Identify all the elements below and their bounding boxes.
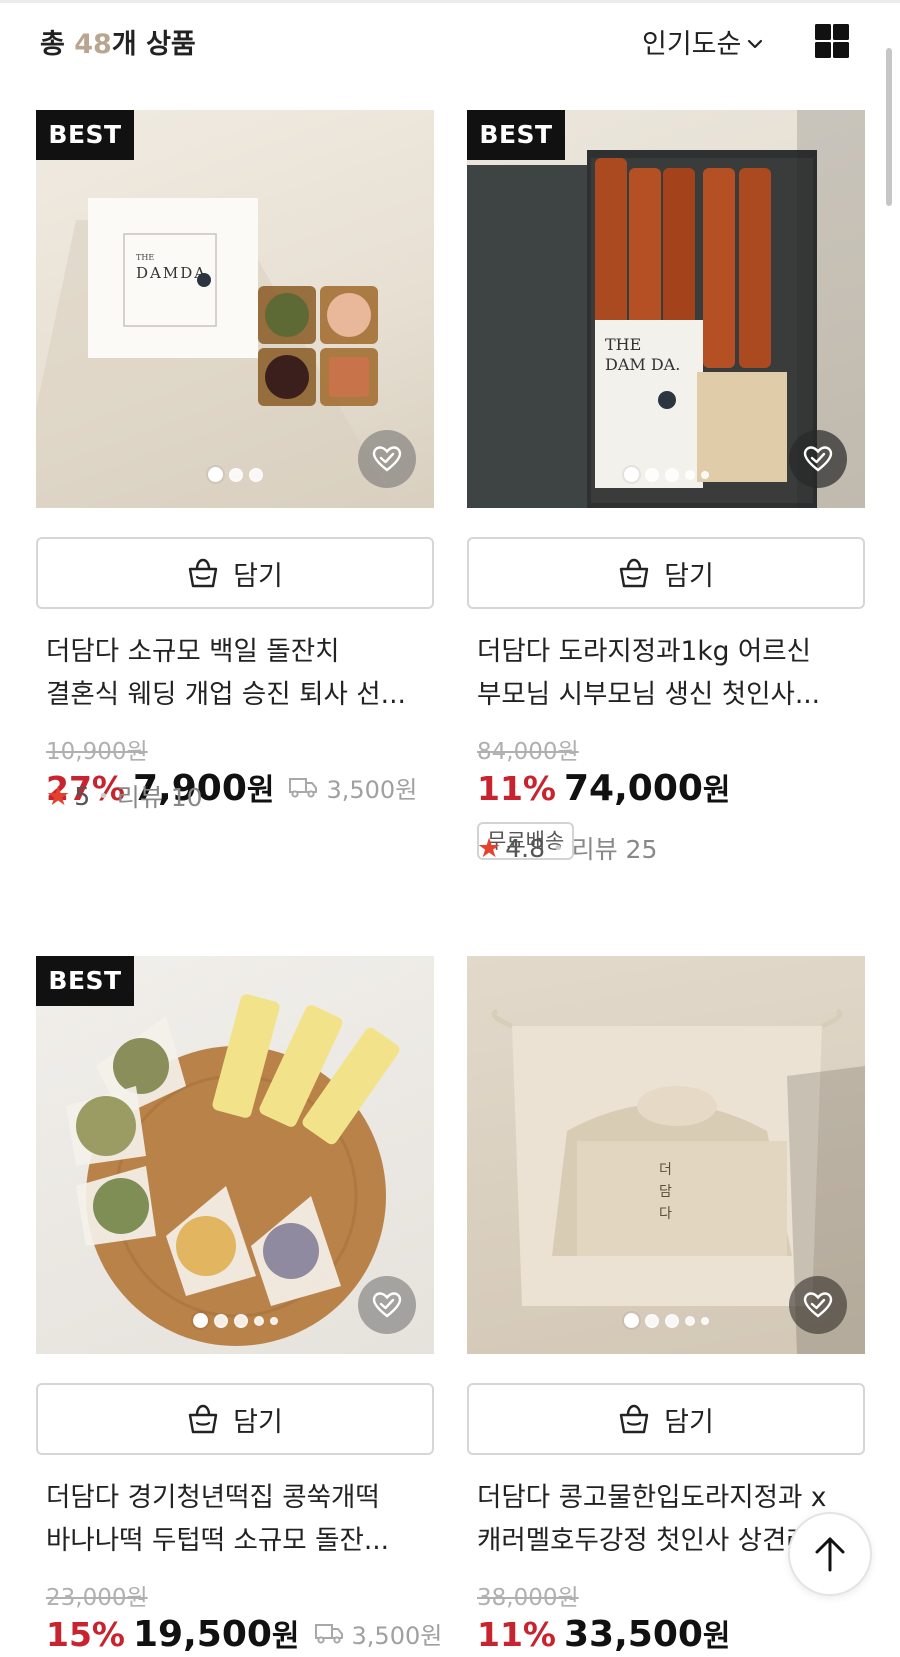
rating-row: ★ 4.8 • 리뷰 25 xyxy=(477,830,657,866)
best-badge: BEST xyxy=(467,110,565,160)
carousel-dot[interactable] xyxy=(207,467,223,482)
svg-text:DAMDA: DAMDA xyxy=(136,264,207,282)
price-row: 15% 19,500원 3,500원 xyxy=(46,1611,442,1655)
discount-rate: 11% xyxy=(477,769,556,808)
review-count[interactable]: 리뷰 10 xyxy=(117,778,203,814)
carousel-dot[interactable] xyxy=(644,1313,659,1328)
discount-rate: 11% xyxy=(477,1615,556,1654)
carousel-dot[interactable] xyxy=(269,1316,278,1325)
heart-check-icon xyxy=(372,1292,402,1318)
star-icon: ★ xyxy=(46,780,71,812)
cart-label: 담기 xyxy=(233,1406,283,1438)
svg-text:담: 담 xyxy=(659,1184,672,1200)
product-image[interactable]: BEST xyxy=(36,956,434,1354)
shopping-bag-icon xyxy=(619,1404,649,1434)
carousel-dot[interactable] xyxy=(700,470,709,479)
chevron-down-icon xyxy=(748,39,763,48)
sale-price: 33,500원 xyxy=(564,1614,731,1655)
price-row: 11% 74,000원 xyxy=(477,765,731,809)
svg-text:더: 더 xyxy=(659,1162,672,1178)
add-to-cart-button[interactable]: 담기 xyxy=(36,1383,434,1455)
wishlist-button[interactable] xyxy=(789,430,847,488)
sort-dropdown[interactable]: 인기도순 xyxy=(642,22,763,61)
star-icon: ★ xyxy=(477,832,502,864)
sort-label: 인기도순 xyxy=(642,29,742,60)
shopping-bag-icon xyxy=(188,558,218,588)
shipping-fee: 3,500원 xyxy=(314,1616,442,1651)
svg-text:DAM DA.: DAM DA. xyxy=(605,355,680,374)
arrow-up-icon xyxy=(815,1537,845,1572)
add-to-cart-button[interactable]: 담기 xyxy=(467,1383,865,1455)
review-count[interactable]: 리뷰 25 xyxy=(572,830,658,866)
wishlist-button[interactable] xyxy=(358,430,416,488)
shopping-bag-icon xyxy=(188,1404,218,1434)
svg-text:다: 다 xyxy=(659,1206,672,1222)
carousel-dot[interactable] xyxy=(248,467,263,482)
wishlist-button[interactable] xyxy=(358,1276,416,1334)
rating-value: 5 xyxy=(74,781,91,811)
carousel-dot[interactable] xyxy=(644,467,659,482)
carousel-dot[interactable] xyxy=(192,1313,208,1328)
product-title[interactable]: 더담다 소규모 백일 돌잔치 결혼식 웨딩 개업 승진 퇴사 선... xyxy=(46,630,426,716)
best-badge: BEST xyxy=(36,956,134,1006)
svg-text:THE: THE xyxy=(136,253,154,262)
cart-label: 담기 xyxy=(664,1406,714,1438)
best-badge: BEST xyxy=(36,110,134,160)
carousel-dot[interactable] xyxy=(664,467,679,482)
carousel-dot[interactable] xyxy=(213,1313,228,1328)
original-price: 23,000원 xyxy=(46,1585,148,1611)
carousel-dot[interactable] xyxy=(233,1313,248,1328)
cart-label: 담기 xyxy=(664,560,714,592)
wishlist-button[interactable] xyxy=(789,1276,847,1334)
grid-view-icon[interactable] xyxy=(814,23,850,59)
carousel-dot[interactable] xyxy=(664,1313,679,1328)
original-price: 10,900원 xyxy=(46,739,148,765)
original-price: 84,000원 xyxy=(477,739,579,765)
carousel-dot[interactable] xyxy=(228,467,243,482)
product-title[interactable]: 더담다 도라지정과1kg 어르신 부모님 시부모님 생신 첫인사... xyxy=(477,630,857,716)
scroll-to-top-button[interactable] xyxy=(788,1512,872,1596)
delivery-truck-icon xyxy=(289,778,318,798)
shipping-fee: 3,500원 xyxy=(288,770,417,805)
price-row: 11% 33,500원 xyxy=(477,1611,731,1655)
heart-check-icon xyxy=(372,446,402,472)
list-header: 총 48개 상품 인기도순 xyxy=(0,0,900,80)
add-to-cart-button[interactable]: 담기 xyxy=(36,537,434,609)
discount-rate: 15% xyxy=(46,1615,125,1654)
product-count: 총 48개 상품 xyxy=(40,29,196,60)
rating-row: ★ 5 • 리뷰 10 xyxy=(46,778,203,814)
product-image[interactable]: THE DAMDA BEST xyxy=(36,110,434,508)
carousel-dot[interactable] xyxy=(623,467,639,482)
carousel-dot[interactable] xyxy=(684,1315,695,1326)
heart-check-icon xyxy=(803,446,833,472)
product-title[interactable]: 더담다 경기청년떡집 콩쑥개떡 바나나떡 두텁떡 소규모 돌잔... xyxy=(46,1476,426,1562)
shopping-bag-icon xyxy=(619,558,649,588)
carousel-dot[interactable] xyxy=(684,469,695,480)
product-image[interactable]: THE DAM DA. BEST xyxy=(467,110,865,508)
carousel-dot[interactable] xyxy=(623,1313,639,1328)
scrollbar[interactable] xyxy=(886,48,892,206)
delivery-truck-icon xyxy=(314,1624,343,1644)
heart-check-icon xyxy=(803,1292,833,1318)
sale-price: 74,000원 xyxy=(564,768,731,809)
add-to-cart-button[interactable]: 담기 xyxy=(467,537,865,609)
cart-label: 담기 xyxy=(233,560,283,592)
carousel-dot[interactable] xyxy=(253,1315,264,1326)
original-price: 38,000원 xyxy=(477,1585,579,1611)
rating-value: 4.8 xyxy=(505,833,545,863)
product-image[interactable]: 더 담 다 xyxy=(467,956,865,1354)
sale-price: 19,500원 xyxy=(133,1614,300,1655)
carousel-dot[interactable] xyxy=(700,1316,709,1325)
svg-text:THE: THE xyxy=(605,335,641,354)
